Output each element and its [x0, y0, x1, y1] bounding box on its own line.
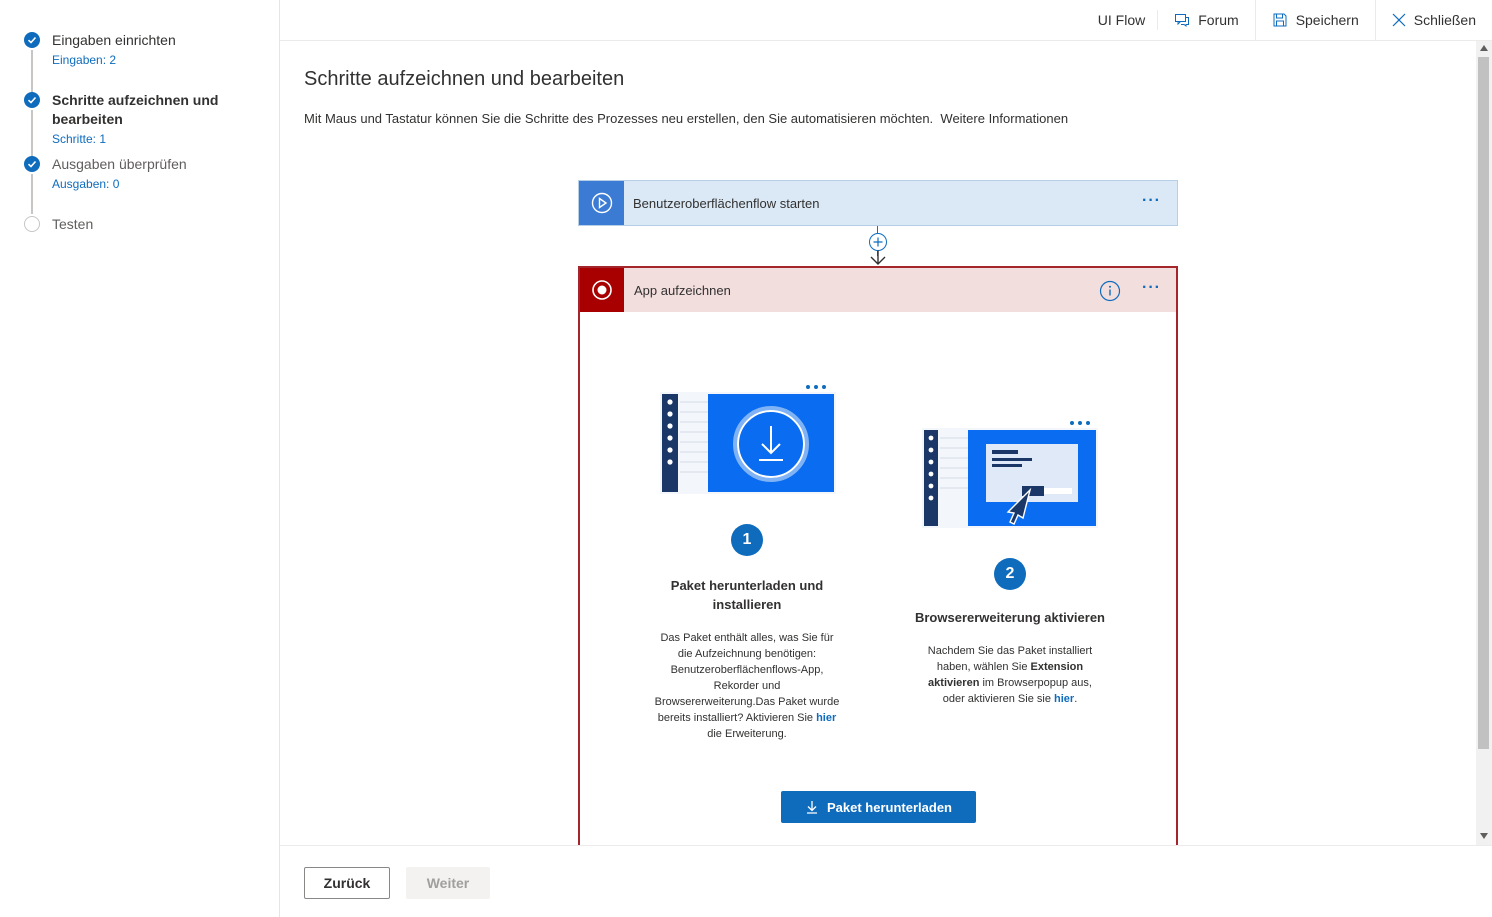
- download-illustration: [660, 382, 836, 494]
- step2-text-period: .: [1074, 693, 1078, 705]
- more-options-icon[interactable]: ···: [1142, 279, 1161, 297]
- check-icon: [24, 32, 40, 48]
- step-title: Ausgaben überprüfen: [52, 156, 187, 172]
- more-options-icon[interactable]: ···: [1142, 192, 1161, 210]
- close-button[interactable]: Schließen: [1376, 0, 1492, 41]
- page-description: Mit Maus und Tastatur können Sie die Sch…: [304, 111, 1068, 126]
- step1-here-link[interactable]: hier: [816, 712, 836, 724]
- step-title: Eingaben einrichten: [52, 32, 176, 48]
- page-title: Schritte aufzeichnen und bearbeiten: [304, 68, 625, 90]
- step2-heading: Browsererweiterung aktivieren: [914, 610, 1106, 625]
- step-subtitle[interactable]: Schritte: 1: [52, 132, 106, 146]
- step1-text-line3: Benutzeroberflächenflows-App,: [670, 664, 824, 676]
- chat-icon: [1175, 14, 1190, 27]
- step2-column: 2 Browsererweiterung aktivieren Nachdem …: [900, 558, 1120, 707]
- step1-text-line7: die Erweiterung.: [707, 728, 787, 740]
- save-button[interactable]: Speichern: [1256, 0, 1375, 41]
- insert-step-icon[interactable]: [867, 232, 889, 266]
- step2-here-link[interactable]: hier: [1054, 693, 1074, 705]
- download-icon: [807, 801, 817, 814]
- forum-label: Forum: [1198, 12, 1239, 28]
- step1-text-line1: Das Paket enthält alles, was Sie für: [660, 632, 834, 644]
- flow-title: UI Flow: [1097, 12, 1146, 28]
- step-title: Testen: [52, 216, 94, 232]
- save-icon: [1273, 13, 1287, 27]
- download-package-button[interactable]: Paket herunterladen: [781, 791, 976, 823]
- step1-text-line5: Browsererweiterung.Das Paket wurde: [654, 696, 840, 708]
- step1-number-badge: 1: [731, 524, 763, 556]
- play-circle-icon: [579, 181, 624, 225]
- wizard-footer: Zurück Weiter: [280, 845, 1492, 917]
- trigger-label: Benutzeroberflächenflow starten: [633, 196, 820, 211]
- scroll-up-icon[interactable]: [1480, 45, 1488, 51]
- step1-heading-line1: Paket herunterladen und: [670, 578, 824, 593]
- step-title-line2: bearbeiten: [52, 111, 123, 127]
- record-app-card: App aufzeichnen ··· 1 Paket herunterlade…: [578, 266, 1178, 846]
- step2-number-badge: 2: [994, 558, 1026, 590]
- command-bar: UI Flow Forum Speichern Schließen: [280, 0, 1492, 41]
- record-icon: [580, 268, 624, 312]
- download-button-label: Paket herunterladen: [827, 799, 952, 815]
- empty-circle-icon: [24, 216, 40, 232]
- step2-text-line2: haben, wählen Sie: [936, 661, 1028, 673]
- step2-bold-activate: aktivieren: [928, 677, 980, 689]
- step2-description: Nachdem Sie das Paket installiert haben,…: [900, 643, 1120, 707]
- next-button[interactable]: Weiter: [406, 867, 490, 899]
- step-subtitle[interactable]: Ausgaben: 0: [52, 177, 119, 191]
- step1-description: Das Paket enthält alles, was Sie für die…: [641, 630, 853, 742]
- browser-extension-illustration: [922, 418, 1098, 528]
- check-icon: [24, 156, 40, 172]
- app-window: Eingaben einrichten Eingaben: 2 Schritte…: [0, 0, 1492, 917]
- wizard-stepper: Eingaben einrichten Eingaben: 2 Schritte…: [0, 0, 280, 917]
- step-connector: [31, 174, 33, 214]
- check-icon: [24, 92, 40, 108]
- step1-heading-line2: installieren: [712, 597, 782, 612]
- description-text: Mit Maus und Tastatur können Sie die Sch…: [304, 111, 934, 126]
- info-icon[interactable]: [1099, 280, 1121, 302]
- forum-button[interactable]: Forum: [1158, 0, 1254, 41]
- scroll-down-icon[interactable]: [1480, 833, 1488, 839]
- back-button[interactable]: Zurück: [304, 867, 390, 899]
- step-subtitle[interactable]: Eingaben: 2: [52, 53, 116, 67]
- learn-more-link[interactable]: Weitere Informationen: [940, 111, 1068, 126]
- step-title-line1: Schritte aufzeichnen und: [52, 92, 219, 108]
- step2-bold-extension: Extension: [1030, 661, 1084, 673]
- record-card-label: App aufzeichnen: [634, 283, 731, 298]
- step2-text-line4: oder aktivieren Sie sie: [942, 693, 1051, 705]
- step1-column: 1 Paket herunterladen und installieren D…: [641, 524, 853, 742]
- trigger-card[interactable]: Benutzeroberflächenflow starten ···: [578, 180, 1178, 226]
- step1-text-line6: bereits installiert? Aktivieren Sie: [657, 712, 814, 724]
- step-title: Schritte aufzeichnen und bearbeiten: [52, 91, 218, 129]
- step1-text-line4: Rekorder und: [713, 680, 781, 692]
- step1-heading: Paket herunterladen und installieren: [641, 576, 853, 614]
- scrollbar-thumb[interactable]: [1478, 57, 1489, 749]
- close-label: Schließen: [1413, 12, 1476, 28]
- close-icon: [1392, 13, 1406, 27]
- save-label: Speichern: [1295, 12, 1359, 28]
- step2-text-line1: Nachdem Sie das Paket installiert: [927, 645, 1093, 657]
- step2-text-line3: im Browserpopup aus,: [982, 677, 1092, 689]
- step1-text-line2: die Aufzeichnung benötigen:: [677, 648, 817, 660]
- record-card-header[interactable]: App aufzeichnen ···: [580, 268, 1176, 312]
